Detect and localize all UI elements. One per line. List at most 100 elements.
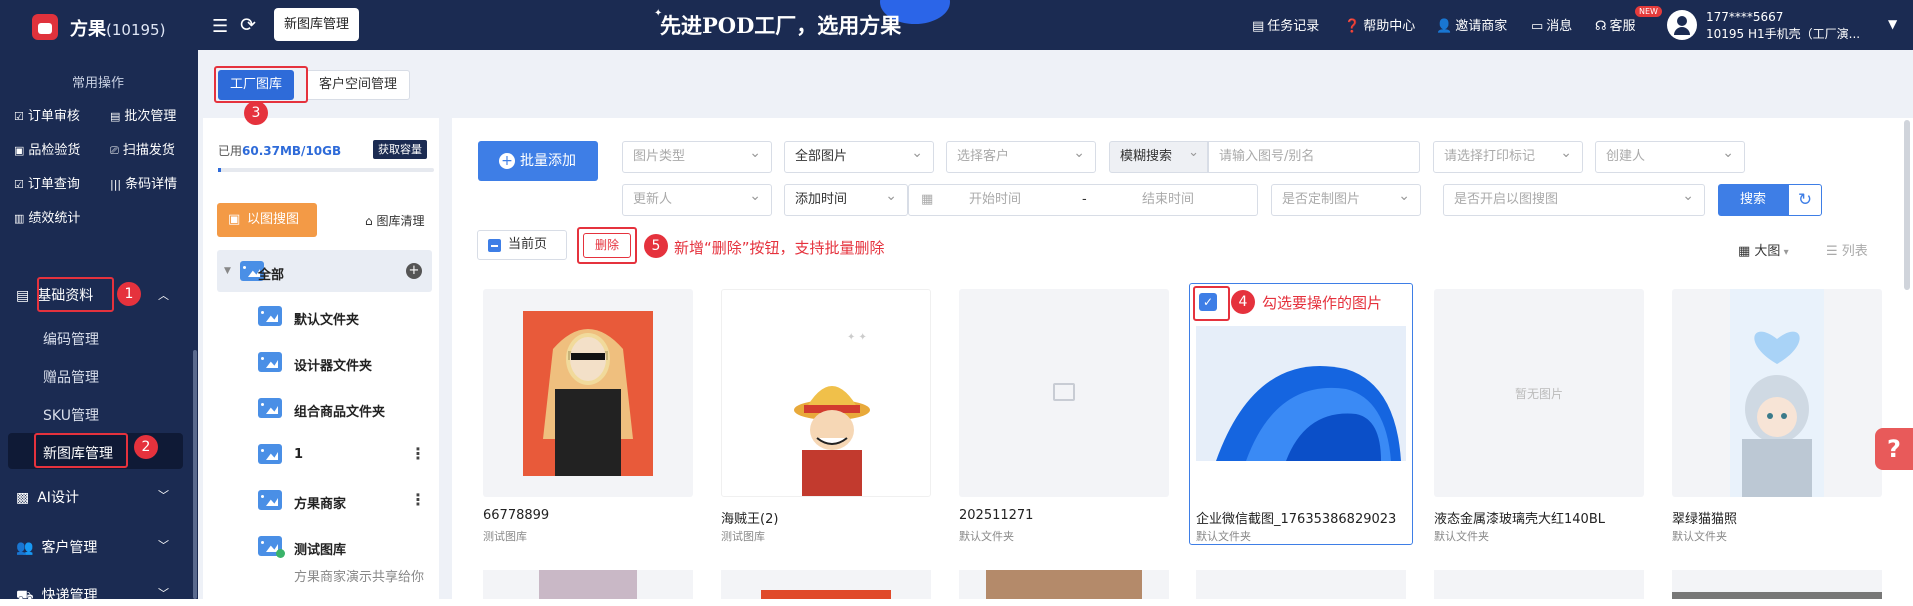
card-image [523,311,653,476]
more-icon[interactable]: ⋮ [410,490,426,509]
messages-link[interactable]: ▭ 消息 [1531,15,1572,34]
chart-icon: ▥ [14,212,25,225]
image-card[interactable] [1434,570,1644,599]
image-card[interactable] [1672,289,1882,497]
view-list-button[interactable]: ☰ 列表 [1826,240,1868,259]
grid-icon: ▦ [1738,244,1755,259]
card-title: 海贼王(2) [721,512,779,527]
sidebar-item-scan-ship[interactable]: ⎚ 扫描发货 [110,139,175,158]
sidebar-item-order-review[interactable]: ☑ 订单审核 [14,105,80,124]
sidebar-section-ai[interactable]: ▩ AI设计 [16,487,79,507]
batch-add-button[interactable]: + 批量添加 [478,141,598,181]
image-card[interactable] [959,570,1169,599]
start-time[interactable]: 开始时间 [969,185,1021,215]
custom-image-select[interactable]: 是否定制图片 [1271,181,1421,216]
image-card[interactable]: 暂无图片 [1434,289,1644,497]
tab-customer-space[interactable]: 客户空间管理 [306,70,411,100]
end-time[interactable]: 结束时间 [1142,185,1194,215]
user-icon: 👤 [1436,19,1453,34]
folder-designer[interactable]: 设计器文件夹 [294,355,372,374]
folder-all[interactable]: 全部 [258,264,284,283]
add-folder-icon[interactable]: + [406,263,422,279]
search-button[interactable]: 搜索 [1718,184,1788,216]
updater-select[interactable]: 更新人 [622,181,772,216]
sidebar-item-performance[interactable]: ▥ 绩效统计 [14,207,80,226]
calendar-icon: ▦ [921,192,934,207]
sidebar-section-express[interactable]: ⛟ 快递管理 [16,585,98,606]
get-capacity-button[interactable]: 获取容量 [373,140,427,159]
list-icon: ☰ [1826,244,1842,259]
checkbox-icon [488,239,501,252]
refresh-icon[interactable]: ⟳ [240,14,256,36]
folder-default[interactable]: 默认文件夹 [294,309,359,328]
image-card[interactable] [959,289,1169,497]
creator-select[interactable]: 创建人 [1595,138,1745,173]
card-folder: 默认文件夹 [1672,530,1727,543]
gallery-clean-link[interactable]: ⌂ 图库清理 [365,212,424,229]
annotation-box-3 [214,66,308,103]
annotation-number-2: 2 [134,435,158,459]
fuzzy-search-select[interactable]: 模糊搜索 [1109,138,1208,173]
image-icon: ▣ [228,212,241,227]
share-badge-icon [276,549,285,558]
card-folder: 默认文件夹 [1434,530,1489,543]
folder-combo[interactable]: 组合商品文件夹 [294,401,385,420]
customer-service-link[interactable]: ☊ 客服 [1595,15,1636,34]
date-range-input[interactable]: ▦ 开始时间 - 结束时间 [908,184,1258,216]
image-card[interactable]: ✦ ✦ [721,289,931,497]
ai-icon: ▩ [16,490,30,506]
sidebar-item-gift[interactable]: 赠品管理 [43,367,99,387]
folder-test[interactable]: 测试图库 [294,539,346,558]
caret-down-icon[interactable]: ▼ [224,266,231,276]
current-page-checkbox[interactable]: 当前页 [477,230,567,260]
caret-down-icon[interactable]: ▼ [1888,17,1897,31]
image-card[interactable] [483,570,693,599]
chevron-down-icon[interactable]: ﹀ [158,487,169,503]
image-card[interactable] [1196,570,1406,599]
image-search-button[interactable]: ▣ 以图搜图 [217,203,317,237]
help-float-button[interactable]: ? [1875,428,1913,470]
chevron-down-icon[interactable]: ﹀ [158,537,169,553]
sidebar-item-code[interactable]: 编码管理 [43,329,99,349]
image-card[interactable] [1672,570,1882,599]
image-search-enabled-select[interactable]: 是否开启以图搜图 [1443,181,1705,216]
check-icon: ☑ [14,110,24,123]
avatar[interactable] [1667,10,1697,40]
customer-select[interactable]: 选择客户 [946,138,1096,173]
chevron-up-icon[interactable]: ︿ [158,287,169,303]
invite-merchant-link[interactable]: 👤 邀请商家 [1436,15,1507,34]
sidebar-scrollbar[interactable] [193,350,197,599]
sidebar-item-barcode[interactable]: ||| 条码详情 [110,173,177,192]
folder-image-icon [258,398,282,418]
more-icon[interactable]: ⋮ [410,444,426,463]
folder-fangguo[interactable]: 方果商家 [294,493,346,512]
image-card[interactable] [483,289,693,497]
annotation-box-2 [34,433,128,468]
print-mark-select[interactable]: 请选择打印标记 [1433,138,1583,173]
sidebar-section-customer[interactable]: 👥 客户管理 [16,537,97,557]
query-icon: ☑ [14,178,24,191]
batch-icon: ▤ [110,110,121,123]
menu-toggle-icon[interactable]: ☰ [212,16,228,37]
help-center-link[interactable]: ❓ 帮助中心 [1344,15,1415,34]
content-scrollbar[interactable] [1904,120,1910,290]
sidebar-item-inspect[interactable]: ▣ 品检验货 [14,139,80,158]
range-separator: - [1082,192,1087,207]
broom-icon: ⌂ [365,214,377,228]
image-card[interactable] [721,570,931,599]
view-large-button[interactable]: ▦ 大图 ▾ [1738,240,1789,259]
tab-new-gallery[interactable]: 新图库管理 [274,8,360,41]
task-records-link[interactable]: ▤ 任务记录 [1252,15,1319,34]
sidebar-item-batch[interactable]: ▤ 批次管理 [110,105,176,124]
search-input[interactable]: 请输入图号/别名 [1208,141,1420,173]
folder-1[interactable]: 1 [294,447,303,462]
image-type-select[interactable]: 图片类型 [622,138,772,173]
add-time-select[interactable]: 添加时间 [784,181,908,216]
logo-icon [32,14,58,40]
sidebar-item-sku[interactable]: SKU管理 [43,405,99,425]
card-folder: 测试图库 [483,530,527,543]
all-images-select[interactable]: 全部图片 [784,138,934,173]
sidebar-item-order-query[interactable]: ☑ 订单查询 [14,173,80,192]
app-logo[interactable]: 方果(10195) [70,15,165,41]
reset-icon[interactable]: ↻ [1788,184,1822,216]
